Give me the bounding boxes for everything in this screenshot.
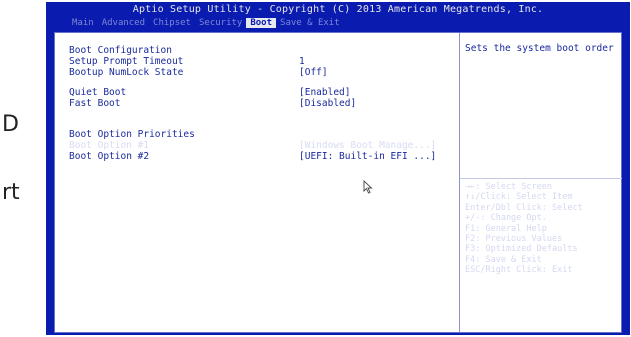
tab-bar: Main Advanced Chipset Security Boot Save… <box>68 18 344 28</box>
help-description: Sets the system boot order <box>465 43 614 54</box>
key-help-item: F2: Previous Values <box>465 234 563 245</box>
section-title-boot-option-priorities: Boot Option Priorities <box>69 129 195 140</box>
setting-value[interactable]: [Enabled] <box>299 87 350 98</box>
mouse-pointer-icon <box>363 179 373 198</box>
key-help-item: F1: General Help <box>465 223 547 234</box>
tab-chipset[interactable]: Chipset <box>149 18 195 28</box>
key-help-item: ↑↓/Click: Select Item <box>465 192 573 203</box>
background-partial-text-1: D <box>2 112 19 137</box>
tab-boot[interactable]: Boot <box>246 18 277 28</box>
setting-value[interactable]: 1 <box>299 56 305 67</box>
key-help-item: F4: Save & Exit <box>465 254 542 265</box>
setting-label: Boot Option #2 <box>69 151 150 162</box>
setting-bootup-numlock-state[interactable]: Bootup NumLock State [Off] <box>69 67 328 78</box>
app-title: Aptio Setup Utility - Copyright (C) 2013… <box>132 4 544 15</box>
panel-divider <box>459 33 460 332</box>
setting-setup-prompt-timeout[interactable]: Setup Prompt Timeout 1 <box>69 56 305 67</box>
setting-fast-boot[interactable]: Fast Boot [Disabled] <box>69 98 356 109</box>
setting-quiet-boot[interactable]: Quiet Boot [Enabled] <box>69 87 350 98</box>
setting-label: Fast Boot <box>69 98 121 109</box>
settings-panel: Boot Configuration Setup Prompt Timeout … <box>54 32 622 333</box>
background-partial-text-2: rt <box>2 180 20 205</box>
tab-advanced[interactable]: Advanced <box>98 18 149 28</box>
setting-label: Bootup NumLock State <box>69 67 184 78</box>
key-help-item: +/-: Change Opt. <box>465 213 547 224</box>
section-title-boot-configuration: Boot Configuration <box>69 45 172 56</box>
setting-value[interactable]: [Windows Boot Manage...] <box>299 140 436 151</box>
setting-label: Setup Prompt Timeout <box>69 56 184 67</box>
key-help-item: →←: Select Screen <box>465 182 552 192</box>
setting-value[interactable]: [Off] <box>299 67 328 78</box>
key-help-item: ESC/Right Click: Exit <box>465 265 573 276</box>
header-bar: Aptio Setup Utility - Copyright (C) 2013… <box>46 2 630 32</box>
setting-boot-option-2[interactable]: Boot Option #2 [UEFI: Built-in EFI ...] <box>69 151 436 162</box>
setting-value[interactable]: [UEFI: Built-in EFI ...] <box>299 151 436 162</box>
key-help-item: F3: Optimized Defaults <box>465 244 578 255</box>
tab-save-exit[interactable]: Save & Exit <box>276 18 344 28</box>
tab-security[interactable]: Security <box>195 18 246 28</box>
setting-value[interactable]: [Disabled] <box>299 98 356 109</box>
key-help-item: Enter/Dbl Click: Select <box>465 202 583 213</box>
setting-label: Quiet Boot <box>69 87 127 98</box>
key-help-list: →←: Select Screen ↑↓/Click: Select Item … <box>465 182 583 276</box>
bios-screen: Aptio Setup Utility - Copyright (C) 2013… <box>46 2 630 335</box>
help-divider <box>460 178 622 179</box>
tab-main[interactable]: Main <box>68 18 98 28</box>
setting-label: Boot Option #1 <box>69 140 150 151</box>
setting-boot-option-1[interactable]: Boot Option #1 [Windows Boot Manage...] <box>69 140 436 151</box>
